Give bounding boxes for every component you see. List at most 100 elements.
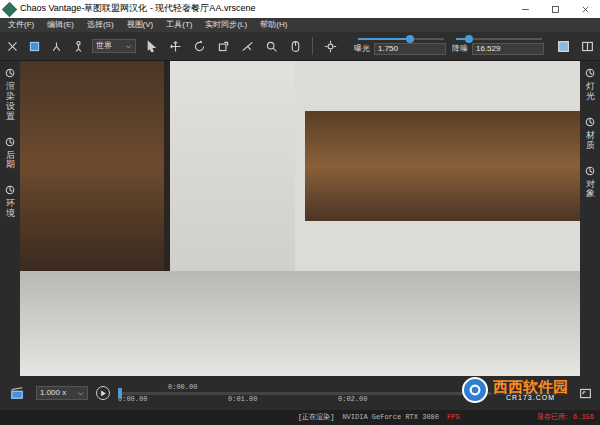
minimize-icon[interactable] bbox=[510, 0, 540, 18]
denoise-control: 降噪 16.529 bbox=[452, 38, 544, 55]
timeline-tick: 0:00.00 bbox=[118, 396, 228, 403]
speed-dropdown[interactable]: 1.000 x bbox=[36, 386, 88, 400]
watermark: 西西软件园CR173.COM bbox=[462, 377, 570, 403]
panel-tab-label: 材质 bbox=[586, 131, 595, 151]
close-icon[interactable] bbox=[570, 0, 600, 18]
render-right-wall bbox=[295, 61, 580, 271]
menu-item[interactable]: 视图(V) bbox=[127, 21, 154, 29]
exposure-row: 曝光 1.750 bbox=[354, 43, 446, 55]
render-panel bbox=[170, 61, 295, 271]
walk-icon[interactable] bbox=[48, 36, 64, 56]
panel-tab[interactable]: 后期 bbox=[4, 136, 16, 171]
panel-tab-label: 对象 bbox=[586, 180, 595, 200]
focus-icon[interactable] bbox=[321, 36, 339, 56]
coordinate-space-value: 世界 bbox=[96, 42, 112, 50]
menu-item[interactable]: 帮助(H) bbox=[260, 21, 287, 29]
gpu-name: NVIDIA GeForce RTX 3080 bbox=[342, 414, 439, 421]
menu-bar: 文件(F) 编辑(E) 选择(S) 视图(V) 工具(T) 实时同步(L) 帮助(H) bbox=[0, 18, 600, 32]
window-title: Chaos Vantage-草图联盟网汉化 - 现代轻奢餐厅AA.vrscene bbox=[20, 2, 510, 16]
fps-reading: FPS bbox=[447, 414, 460, 421]
panel-tab-icon bbox=[584, 67, 596, 79]
status-bar: [正在渲染]NVIDIA GeForce RTX 3080FPS显存已用: 6.… bbox=[0, 410, 600, 425]
main-area: 渲染设置后期环境 灯光材质对象 bbox=[0, 61, 600, 376]
denoise-slider[interactable] bbox=[456, 38, 542, 40]
panel-tab[interactable]: 渲染设置 bbox=[4, 67, 16, 122]
current-time: 0:00.00 bbox=[168, 384, 197, 391]
play-button[interactable]: ▶ bbox=[96, 386, 110, 400]
timeline-track[interactable] bbox=[118, 392, 564, 395]
chevron-down-icon bbox=[77, 390, 84, 397]
color-correct-icon[interactable] bbox=[554, 36, 572, 56]
timeline-ticks: 0:00.000:01.000:02.00 bbox=[118, 396, 568, 403]
menu-item[interactable]: 实时同步(L) bbox=[205, 21, 247, 29]
denoise-row: 降噪 16.529 bbox=[452, 43, 544, 55]
person-icon[interactable] bbox=[70, 36, 86, 56]
panel-tab-label: 环境 bbox=[6, 199, 15, 219]
toolbar-separator bbox=[312, 37, 313, 55]
clapperboard-icon[interactable] bbox=[6, 383, 28, 403]
timeline: 1.000 x▶0:00.000:00.000:01.000:02.00 bbox=[0, 376, 600, 410]
scale-icon[interactable] bbox=[214, 36, 232, 56]
watermark-logo-icon bbox=[462, 377, 488, 403]
menu-item[interactable]: 选择(S) bbox=[87, 21, 114, 29]
render-niche bbox=[305, 111, 580, 221]
render-state: [正在渲染] bbox=[298, 414, 334, 421]
move-icon[interactable] bbox=[166, 36, 184, 56]
speed-value: 1.000 x bbox=[40, 389, 66, 397]
pick-icon[interactable] bbox=[262, 36, 280, 56]
pointer-icon[interactable] bbox=[142, 36, 160, 56]
panel-tab-icon bbox=[584, 116, 596, 128]
select-mode-icon[interactable] bbox=[26, 36, 42, 56]
left-panel: 渲染设置后期环境 bbox=[0, 61, 20, 376]
panel-tab-label: 灯光 bbox=[586, 82, 595, 102]
panel-tab[interactable]: 对象 bbox=[584, 165, 596, 200]
panel-tab[interactable]: 灯光 bbox=[584, 67, 596, 102]
watermark-name: 西西软件园 bbox=[493, 379, 568, 394]
panel-tab-icon bbox=[4, 184, 16, 196]
viewport-render bbox=[20, 61, 580, 376]
mouse-icon[interactable] bbox=[286, 36, 304, 56]
denoise-value: 16.529 bbox=[476, 45, 500, 53]
rotate-icon[interactable] bbox=[190, 36, 208, 56]
playhead[interactable] bbox=[118, 388, 122, 398]
denoise-handle[interactable] bbox=[465, 35, 473, 43]
panel-tab-icon bbox=[584, 165, 596, 177]
timeline-tick: 0:02.00 bbox=[338, 396, 448, 403]
app-logo-icon bbox=[2, 1, 18, 17]
timeline-current-row: 0:00.00 bbox=[118, 384, 568, 391]
title-bar: Chaos Vantage-草图联盟网汉化 - 现代轻奢餐厅AA.vrscene bbox=[0, 0, 600, 18]
panel-tab-icon bbox=[4, 67, 16, 79]
exposure-label: 曝光 bbox=[354, 45, 370, 53]
timeline-track-area: 0:00.000:00.000:01.000:02.00 bbox=[118, 384, 568, 403]
exposure-value: 1.750 bbox=[378, 45, 398, 53]
chevron-down-icon bbox=[125, 43, 132, 50]
render-shelf bbox=[20, 61, 170, 271]
exposure-input[interactable]: 1.750 bbox=[374, 43, 446, 55]
timeline-tick: 0:01.00 bbox=[228, 396, 338, 403]
render-table bbox=[20, 271, 580, 376]
right-panel: 灯光材质对象 bbox=[580, 61, 600, 376]
fullscreen-icon[interactable] bbox=[576, 383, 594, 403]
toolbar: 世界 曝光 1.750 降噪 16.529 bbox=[0, 32, 600, 61]
panel-tab[interactable]: 环境 bbox=[4, 184, 16, 219]
exposure-slider[interactable] bbox=[358, 38, 444, 40]
coordinate-space-dropdown[interactable]: 世界 bbox=[92, 39, 136, 53]
exposure-handle[interactable] bbox=[406, 35, 414, 43]
compare-icon[interactable] bbox=[578, 36, 596, 56]
camera-path-icon[interactable] bbox=[238, 36, 256, 56]
menu-item[interactable]: 编辑(E) bbox=[47, 21, 74, 29]
panel-tab[interactable]: 材质 bbox=[584, 116, 596, 151]
transform-icon[interactable] bbox=[4, 36, 20, 56]
panel-tab-icon bbox=[4, 136, 16, 148]
watermark-text: 西西软件园CR173.COM bbox=[491, 379, 570, 401]
render-wall bbox=[20, 61, 580, 271]
panel-tab-label: 后期 bbox=[6, 151, 15, 171]
panel-tab-label: 渲染设置 bbox=[6, 82, 15, 122]
denoise-input[interactable]: 16.529 bbox=[472, 43, 544, 55]
denoise-label: 降噪 bbox=[452, 45, 468, 53]
play-glyph: ▶ bbox=[100, 390, 107, 397]
menu-item[interactable]: 文件(F) bbox=[8, 21, 34, 29]
watermark-url: CR173.COM bbox=[506, 394, 555, 401]
maximize-icon[interactable] bbox=[540, 0, 570, 18]
menu-item[interactable]: 工具(T) bbox=[166, 21, 192, 29]
